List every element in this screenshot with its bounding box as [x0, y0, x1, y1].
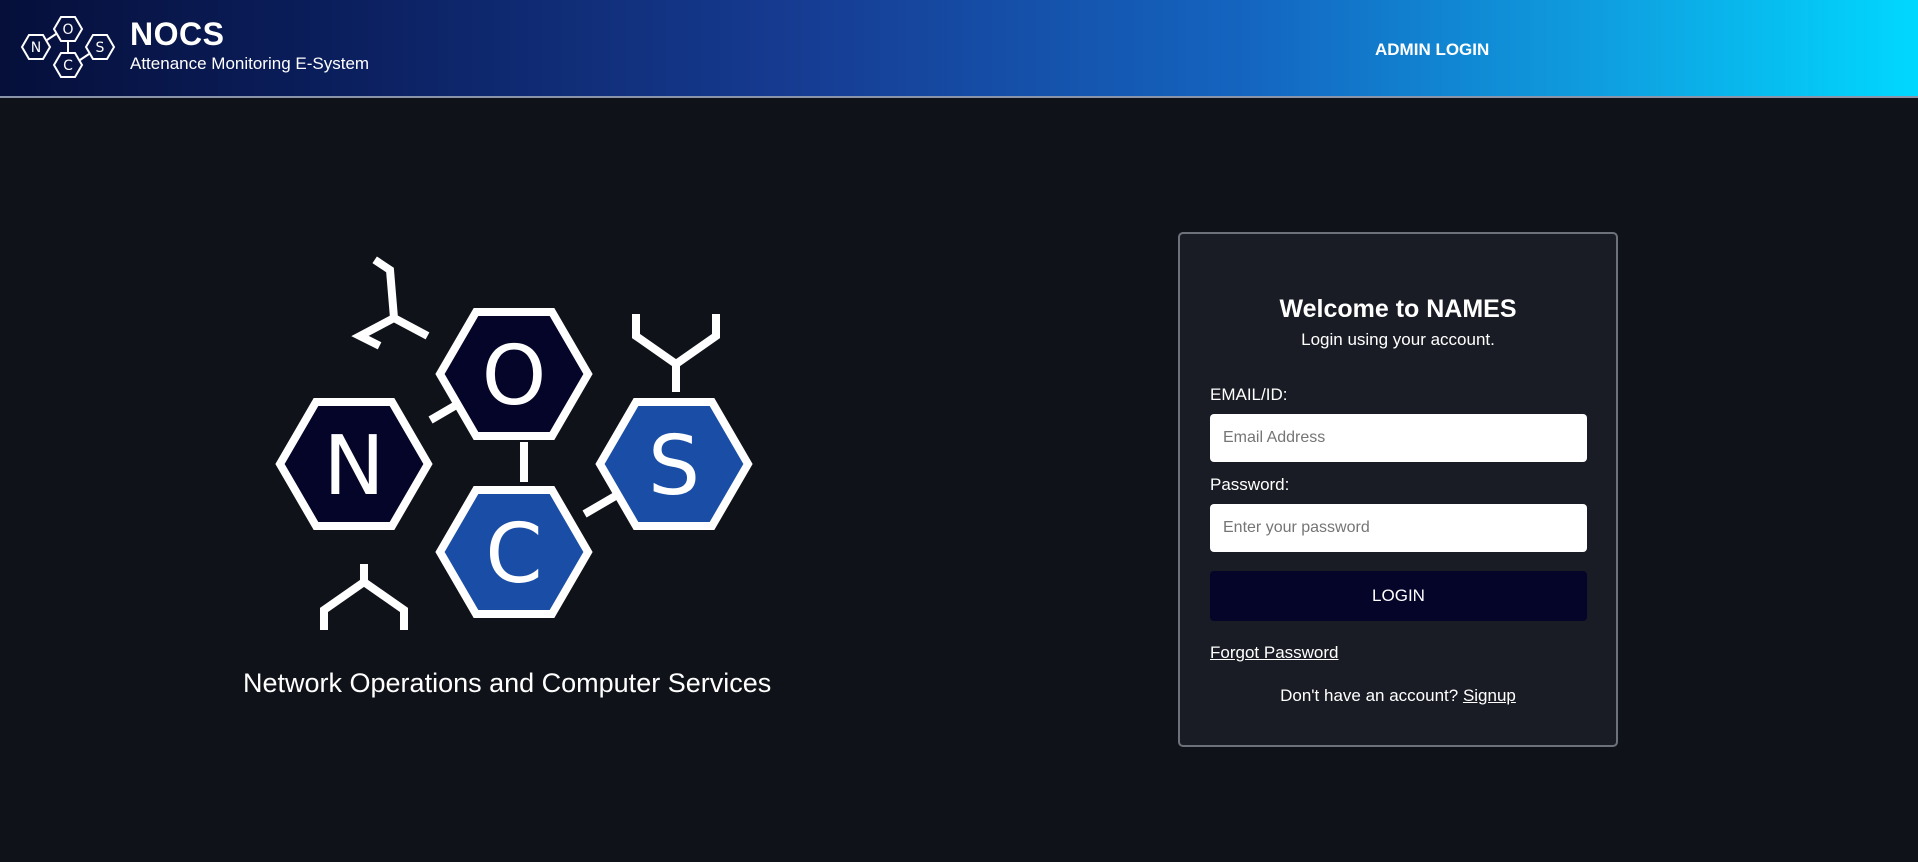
brand-subtitle: Attenance Monitoring E-System: [130, 54, 370, 73]
login-card-title: Welcome to NAMES: [1279, 295, 1517, 323]
admin-login-link[interactable]: ADMIN LOGIN: [1375, 41, 1489, 58]
hero-caption: Network Operations and Computer Services: [243, 668, 772, 698]
login-card-subtitle: Login using your account.: [1301, 330, 1495, 349]
password-input[interactable]: [1210, 504, 1587, 552]
brand-title: NOCS: [130, 16, 225, 52]
hero-logo-letter-s: S: [648, 419, 700, 514]
forgot-password-link[interactable]: Forgot Password: [1210, 644, 1339, 661]
small-logo-letter-c: C: [63, 58, 73, 74]
login-card: Welcome to NAMES Login using your accoun…: [1178, 232, 1618, 747]
small-logo-letter-s: S: [96, 40, 105, 56]
hero-logo-letter-o: O: [482, 329, 547, 424]
hero-logo-letter-c: C: [485, 507, 542, 602]
small-logo-letter-o: O: [62, 22, 73, 38]
password-label: Password:: [1210, 475, 1290, 494]
email-label: EMAIL/ID:: [1210, 385, 1288, 404]
signup-prompt: Don't have an account?: [1280, 686, 1459, 705]
small-logo-letter-n: N: [31, 40, 41, 56]
nocs-small-logo-icon[interactable]: N O C S: [18, 12, 122, 84]
nocs-hex-logo-icon: N O C S: [275, 256, 753, 630]
top-navbar: N O C S NOCS Attenance Monitoring E-Syst…: [0, 0, 1918, 98]
signup-row: Don't have an account? Signup: [1180, 687, 1616, 704]
login-button[interactable]: LOGIN: [1210, 571, 1587, 621]
signup-link[interactable]: Signup: [1463, 686, 1516, 705]
hero-logo-letter-n: N: [323, 419, 384, 514]
email-input[interactable]: [1210, 414, 1587, 462]
